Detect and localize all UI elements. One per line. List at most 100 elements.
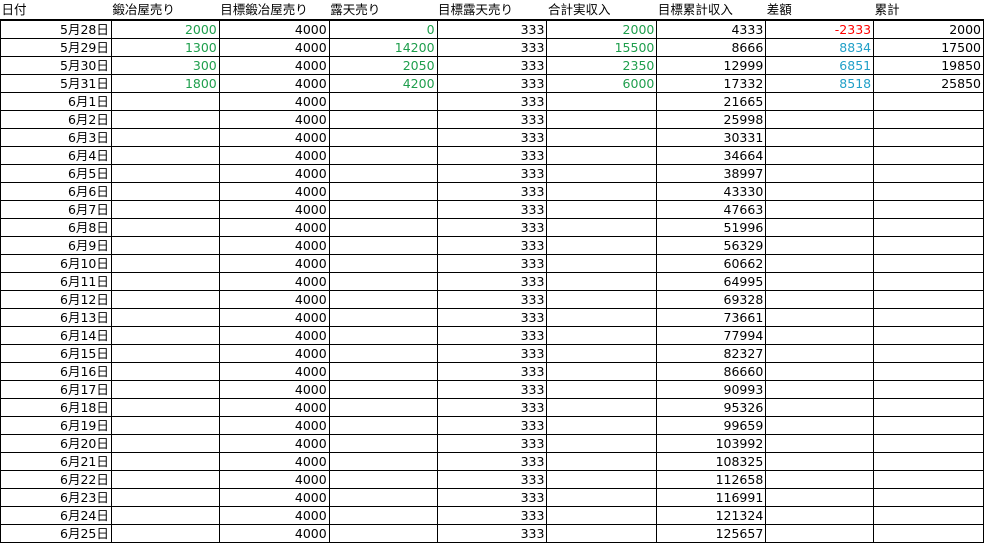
cell-cumulative[interactable] — [873, 272, 984, 291]
cell-cumulative[interactable] — [873, 380, 984, 399]
cell-target-smith-sales[interactable]: 4000 — [218, 326, 330, 345]
cell-cumulative[interactable] — [873, 128, 984, 147]
cell-difference[interactable]: 8518 — [765, 74, 875, 93]
header-cell-difference[interactable]: 差額 — [765, 0, 874, 21]
cell-date[interactable]: 6月25日 — [0, 524, 112, 543]
cell-target-smith-sales[interactable]: 4000 — [218, 56, 330, 75]
cell-target-smith-sales[interactable]: 4000 — [218, 506, 330, 525]
cell-difference[interactable] — [765, 110, 875, 129]
cell-difference[interactable]: 8834 — [765, 38, 875, 57]
cell-target-outdoor-sales[interactable]: 333 — [436, 110, 548, 129]
header-cell-target-cumulative[interactable]: 目標累計収入 — [656, 0, 766, 21]
cell-date[interactable]: 6月14日 — [0, 326, 112, 345]
cell-target-outdoor-sales[interactable]: 333 — [436, 128, 548, 147]
cell-outdoor-sales[interactable]: 0 — [328, 19, 438, 39]
cell-target-cumulative[interactable]: 86660 — [656, 362, 767, 381]
cell-outdoor-sales[interactable] — [328, 308, 438, 327]
cell-cumulative[interactable]: 17500 — [873, 38, 984, 57]
cell-target-smith-sales[interactable]: 4000 — [218, 38, 330, 57]
cell-difference[interactable] — [765, 218, 875, 237]
cell-difference[interactable] — [765, 164, 875, 183]
cell-difference[interactable] — [765, 272, 875, 291]
cell-smith-sales[interactable] — [110, 200, 220, 219]
cell-cumulative[interactable]: 19850 — [873, 56, 984, 75]
cell-date[interactable]: 6月18日 — [0, 398, 112, 417]
cell-actual-total[interactable] — [546, 416, 658, 435]
cell-smith-sales[interactable] — [110, 506, 220, 525]
cell-target-outdoor-sales[interactable]: 333 — [436, 146, 548, 165]
cell-smith-sales[interactable]: 2000 — [110, 19, 220, 39]
cell-target-smith-sales[interactable]: 4000 — [218, 146, 330, 165]
cell-target-outdoor-sales[interactable]: 333 — [436, 19, 548, 39]
cell-target-outdoor-sales[interactable]: 333 — [436, 164, 548, 183]
cell-smith-sales[interactable] — [110, 470, 220, 489]
cell-target-smith-sales[interactable]: 4000 — [218, 182, 330, 201]
cell-actual-total[interactable]: 2000 — [546, 19, 658, 39]
cell-target-cumulative[interactable]: 21665 — [656, 92, 767, 111]
cell-target-smith-sales[interactable]: 4000 — [218, 362, 330, 381]
cell-target-smith-sales[interactable]: 4000 — [218, 344, 330, 363]
cell-actual-total[interactable] — [546, 524, 658, 543]
cell-target-cumulative[interactable]: 69328 — [656, 290, 767, 309]
cell-difference[interactable] — [765, 398, 875, 417]
cell-cumulative[interactable] — [873, 200, 984, 219]
cell-target-smith-sales[interactable]: 4000 — [218, 290, 330, 309]
cell-cumulative[interactable] — [873, 236, 984, 255]
cell-target-outdoor-sales[interactable]: 333 — [436, 470, 548, 489]
cell-difference[interactable] — [765, 488, 875, 507]
cell-smith-sales[interactable]: 1300 — [110, 38, 220, 57]
cell-actual-total[interactable] — [546, 92, 658, 111]
cell-smith-sales[interactable] — [110, 128, 220, 147]
cell-target-outdoor-sales[interactable]: 333 — [436, 362, 548, 381]
cell-smith-sales[interactable] — [110, 344, 220, 363]
cell-date[interactable]: 6月1日 — [0, 92, 112, 111]
cell-target-cumulative[interactable]: 121324 — [656, 506, 767, 525]
cell-difference[interactable] — [765, 470, 875, 489]
cell-cumulative[interactable] — [873, 488, 984, 507]
cell-smith-sales[interactable] — [110, 326, 220, 345]
cell-target-cumulative[interactable]: 34664 — [656, 146, 767, 165]
cell-target-cumulative[interactable]: 30331 — [656, 128, 767, 147]
cell-target-outdoor-sales[interactable]: 333 — [436, 416, 548, 435]
cell-smith-sales[interactable] — [110, 146, 220, 165]
cell-date[interactable]: 6月4日 — [0, 146, 112, 165]
cell-target-outdoor-sales[interactable]: 333 — [436, 326, 548, 345]
cell-outdoor-sales[interactable] — [328, 92, 438, 111]
cell-actual-total[interactable] — [546, 254, 658, 273]
cell-smith-sales[interactable] — [110, 92, 220, 111]
cell-cumulative[interactable] — [873, 470, 984, 489]
cell-target-cumulative[interactable]: 125657 — [656, 524, 767, 543]
cell-difference[interactable] — [765, 92, 875, 111]
cell-target-outdoor-sales[interactable]: 333 — [436, 524, 548, 543]
cell-date[interactable]: 6月15日 — [0, 344, 112, 363]
cell-target-smith-sales[interactable]: 4000 — [218, 380, 330, 399]
cell-difference[interactable] — [765, 506, 875, 525]
cell-difference[interactable] — [765, 434, 875, 453]
cell-difference[interactable] — [765, 416, 875, 435]
cell-smith-sales[interactable]: 1800 — [110, 74, 220, 93]
cell-target-smith-sales[interactable]: 4000 — [218, 452, 330, 471]
cell-difference[interactable] — [765, 236, 875, 255]
cell-target-outdoor-sales[interactable]: 333 — [436, 452, 548, 471]
cell-actual-total[interactable] — [546, 452, 658, 471]
cell-smith-sales[interactable] — [110, 398, 220, 417]
cell-cumulative[interactable] — [873, 308, 984, 327]
cell-actual-total[interactable]: 6000 — [546, 74, 658, 93]
cell-outdoor-sales[interactable] — [328, 200, 438, 219]
cell-cumulative[interactable] — [873, 110, 984, 129]
cell-actual-total[interactable] — [546, 200, 658, 219]
cell-date[interactable]: 6月9日 — [0, 236, 112, 255]
cell-actual-total[interactable] — [546, 362, 658, 381]
cell-difference[interactable] — [765, 452, 875, 471]
cell-date[interactable]: 6月21日 — [0, 452, 112, 471]
cell-difference[interactable] — [765, 146, 875, 165]
cell-target-outdoor-sales[interactable]: 333 — [436, 182, 548, 201]
cell-actual-total[interactable] — [546, 308, 658, 327]
cell-smith-sales[interactable] — [110, 524, 220, 543]
cell-cumulative[interactable] — [873, 326, 984, 345]
cell-outdoor-sales[interactable] — [328, 398, 438, 417]
cell-difference[interactable] — [765, 308, 875, 327]
cell-actual-total[interactable] — [546, 182, 658, 201]
header-cell-actual-total[interactable]: 合計実収入 — [546, 0, 657, 21]
cell-smith-sales[interactable] — [110, 434, 220, 453]
